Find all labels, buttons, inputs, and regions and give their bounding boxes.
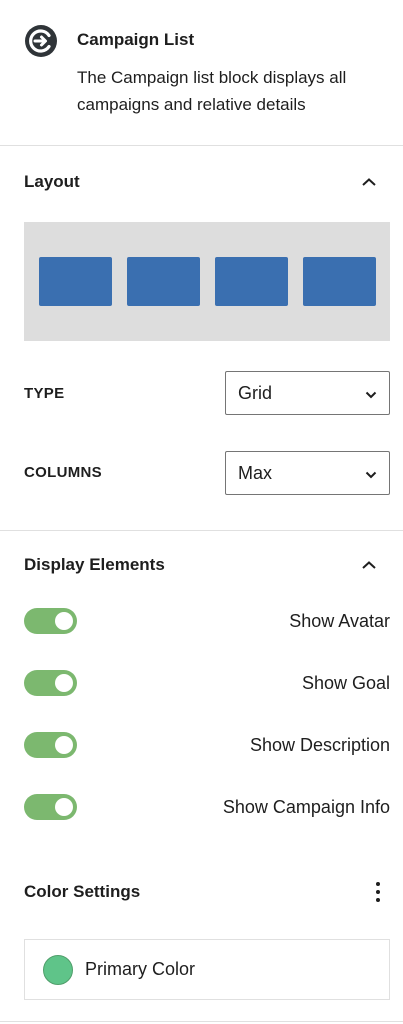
display-elements-header[interactable]: Display Elements [24, 550, 379, 580]
toggle-knob [55, 736, 73, 754]
show-description-label: Show Description [249, 734, 390, 755]
primary-color-label: Primary Color [85, 959, 196, 979]
columns-label: COLUMNS [24, 464, 102, 481]
type-select-value: Grid [238, 382, 273, 403]
block-description: The Campaign list block displays all cam… [77, 68, 347, 114]
type-select[interactable]: Grid [225, 371, 390, 415]
preview-column-box [127, 257, 200, 306]
preview-column-box [39, 257, 112, 306]
block-title: Campaign List [77, 30, 195, 49]
show-description-toggle[interactable] [24, 732, 77, 758]
chevron-up-icon[interactable] [359, 555, 379, 575]
display-elements-title: Display Elements [24, 555, 165, 574]
show-goal-label: Show Goal [301, 672, 390, 693]
show-goal-toggle[interactable] [24, 670, 77, 696]
type-label: TYPE [24, 385, 65, 402]
toggle-row-show-description: Show Description [24, 730, 390, 760]
preview-column-box [215, 257, 288, 306]
color-settings-header: Color Settings [24, 876, 390, 908]
toggle-row-show-campaign-info: Show Campaign Info [24, 792, 390, 822]
show-avatar-toggle[interactable] [24, 608, 77, 634]
color-settings-title: Color Settings [24, 882, 141, 901]
layout-preview [24, 222, 390, 341]
toggle-knob [55, 798, 73, 816]
more-vertical-icon[interactable] [366, 877, 390, 907]
chevron-down-icon [365, 463, 377, 484]
chevron-up-icon[interactable] [359, 172, 379, 192]
divider [0, 1021, 403, 1022]
chevron-down-icon [365, 383, 377, 404]
columns-select[interactable]: Max [225, 451, 390, 495]
show-campaign-info-label: Show Campaign Info [222, 796, 390, 817]
toggle-knob [55, 612, 73, 630]
toggle-row-show-avatar: Show Avatar [24, 606, 390, 636]
show-avatar-label: Show Avatar [289, 610, 390, 631]
primary-color-swatch [43, 954, 73, 985]
block-card: Campaign List The Campaign list block di… [0, 0, 403, 146]
toggle-knob [55, 674, 73, 692]
charitable-logo-icon [25, 25, 57, 57]
primary-color-item[interactable]: Primary Color [24, 939, 390, 1000]
layout-panel: Layout TYPE Grid COLUMNS Max [0, 146, 403, 531]
layout-panel-header[interactable]: Layout [24, 167, 379, 197]
toggle-row-show-goal: Show Goal [24, 668, 390, 698]
layout-panel-title: Layout [24, 172, 80, 191]
preview-column-box [303, 257, 376, 306]
columns-select-value: Max [238, 462, 273, 483]
show-campaign-info-toggle[interactable] [24, 794, 77, 820]
